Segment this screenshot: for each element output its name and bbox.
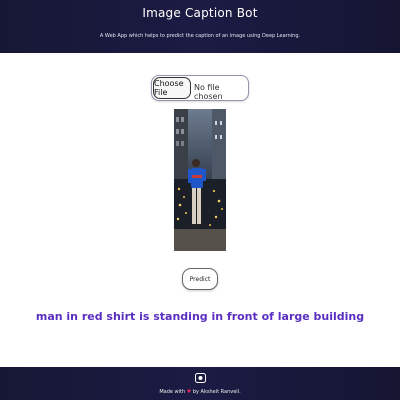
no-file-chosen-label: No file chosen (194, 83, 223, 101)
made-with-text: Made with (159, 389, 186, 395)
predict-button[interactable]: Predict (182, 268, 218, 290)
predicted-caption: man in red shirt is standing in front of… (35, 310, 365, 323)
app-header: Image Caption Bot A Web App which helps … (0, 0, 400, 53)
uploaded-image-preview (174, 109, 226, 251)
footer: Made with ♥ by Aksheit Ranveil. (0, 367, 400, 400)
app-subtitle: A Web App which helps to predict the cap… (99, 33, 301, 39)
github-icon[interactable] (195, 373, 206, 383)
author-credit: by Aksheit Ranveil. (192, 389, 241, 395)
footer-credit: Made with ♥ by Aksheit Ranveil. (0, 389, 400, 395)
app-title: Image Caption Bot (142, 6, 258, 20)
file-input[interactable]: Choose File No file chosen (151, 75, 249, 101)
choose-file-button[interactable]: Choose File (153, 77, 191, 99)
heart-icon: ♥ (186, 389, 192, 395)
